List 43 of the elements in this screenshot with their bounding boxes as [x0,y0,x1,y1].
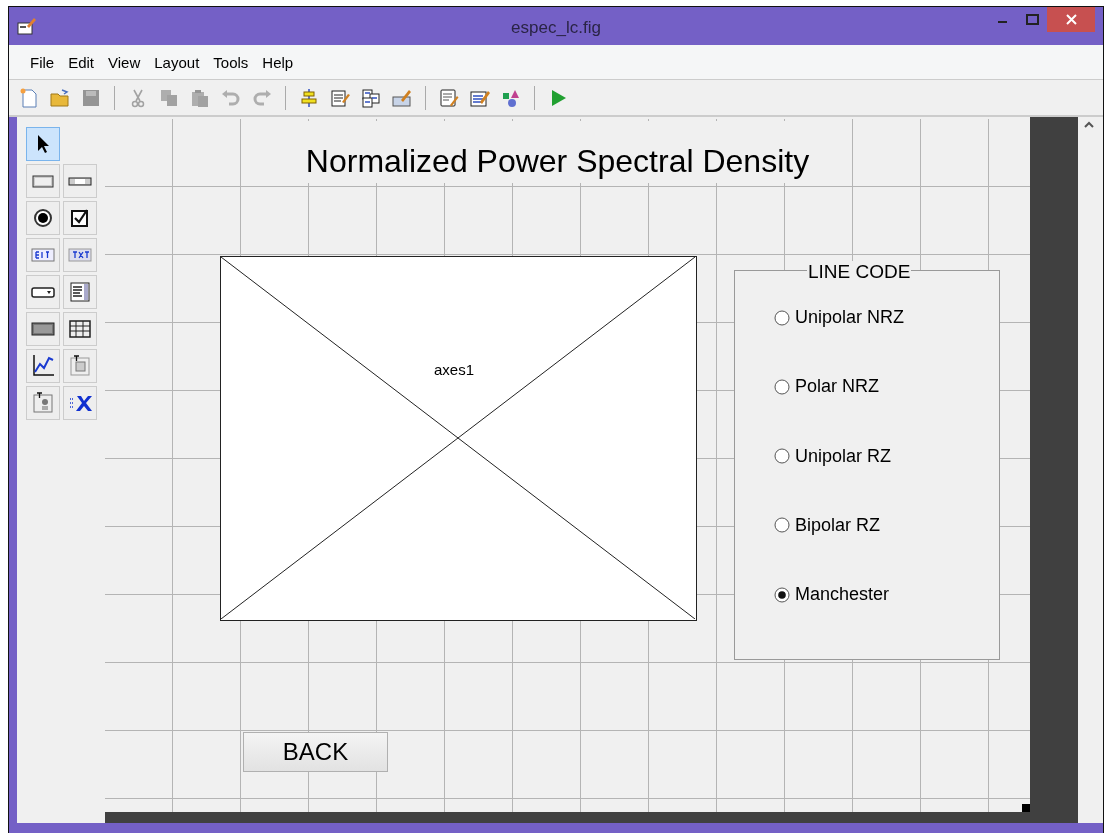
menu-item[interactable]: Help [255,53,301,71]
app-icon [17,16,37,36]
menu-item[interactable]: Tools [206,53,256,71]
palette-button[interactable] [26,201,60,235]
radio-option[interactable]: Unipolar NRZ [774,307,905,328]
menu-item[interactable]: Edit [61,53,102,71]
tab-order-icon[interactable] [361,87,381,108]
radio-option[interactable]: Polar NRZ [774,376,879,398]
axes-label: axes1 [434,361,475,378]
close-button[interactable] [1047,7,1095,32]
palette-button[interactable] [26,312,60,346]
editor-icon[interactable] [439,87,459,108]
close-icon [1065,14,1077,25]
palette-button[interactable] [26,349,60,383]
resize-handle[interactable] [1022,804,1030,813]
menu-item[interactable]: View [101,53,148,71]
radio-button[interactable] [774,448,790,465]
palette-button[interactable] [63,201,97,235]
radio-option[interactable]: Unipolar RZ [774,445,892,467]
radio-button[interactable] [774,378,790,395]
radio-option[interactable]: Bipolar RZ [774,514,881,536]
window-title: espec_lc.fig [511,18,601,38]
palette-button[interactable] [63,312,97,346]
menu-item[interactable]: Layout [147,53,207,71]
folder-icon[interactable] [50,87,70,108]
palette-button[interactable] [63,386,97,420]
new-file-icon[interactable] [19,87,39,108]
pointer-icon [36,134,50,154]
back-button[interactable]: BACK [243,732,388,772]
radio-option[interactable]: Manchester [774,584,890,606]
palette-button[interactable] [26,127,60,161]
menu-editor-icon[interactable] [330,87,350,108]
scroll-up-icon[interactable] [1084,121,1094,129]
palette-button[interactable] [26,275,60,309]
menu-item[interactable]: File [23,53,62,71]
maximize-icon [1025,14,1039,25]
toolbar-editor-icon[interactable] [392,87,412,108]
palette-button[interactable] [63,275,97,309]
radio-button[interactable] [774,309,790,326]
radio-button[interactable] [774,517,790,534]
radio-button[interactable] [774,586,790,603]
align-icon[interactable] [299,87,319,108]
slider-icon [68,176,92,186]
